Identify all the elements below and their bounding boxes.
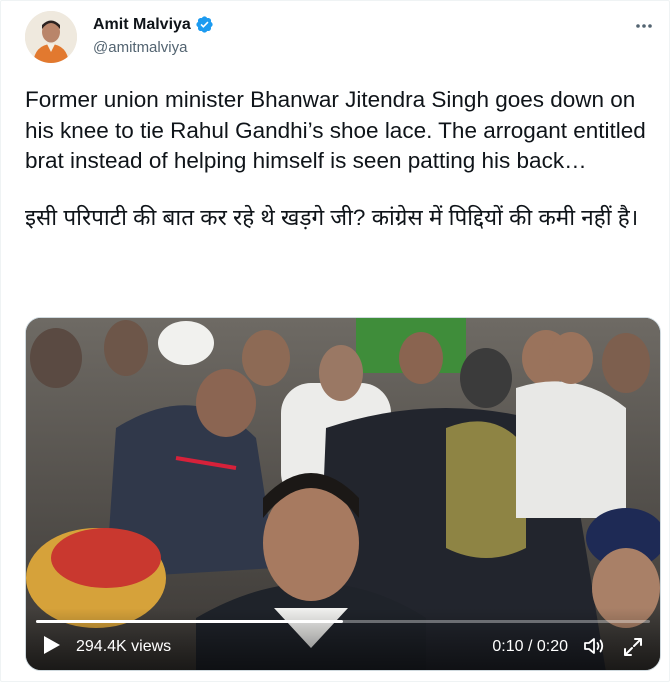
author-name[interactable]: Amit Malviya [93,16,191,34]
tweet-text: Former union minister Bhanwar Jitendra S… [25,85,657,233]
more-horizontal-icon[interactable] [629,13,659,39]
video-controls: 294.4K views 0:10 / 0:20 [26,608,660,670]
verified-badge-icon [196,16,213,33]
tweet-header: Amit Malviya @amitmalviya [25,11,659,67]
video-player[interactable]: 294.4K views 0:10 / 0:20 [25,317,661,671]
time-separator: / [527,638,533,655]
view-count: 294.4K views [76,638,172,655]
tweet-card: Amit Malviya @amitmalviya Former union m… [0,0,670,682]
video-progress-fill [36,620,343,623]
tweet-paragraph-hindi: इसी परिपाटी की बात कर रहे थे खड़गे जी? क… [25,204,639,230]
volume-icon[interactable] [582,634,606,658]
tweet-paragraph-english: Former union minister Bhanwar Jitendra S… [25,87,646,173]
author-handle[interactable]: @amitmalviya [93,39,187,56]
fullscreen-icon[interactable] [622,636,644,658]
play-icon[interactable] [40,634,62,656]
current-time: 0:10 [492,638,524,655]
avatar[interactable] [25,11,77,63]
video-time: 0:10 / 0:20 [492,638,568,656]
duration: 0:20 [536,638,568,655]
video-progress-bar[interactable] [36,620,650,623]
